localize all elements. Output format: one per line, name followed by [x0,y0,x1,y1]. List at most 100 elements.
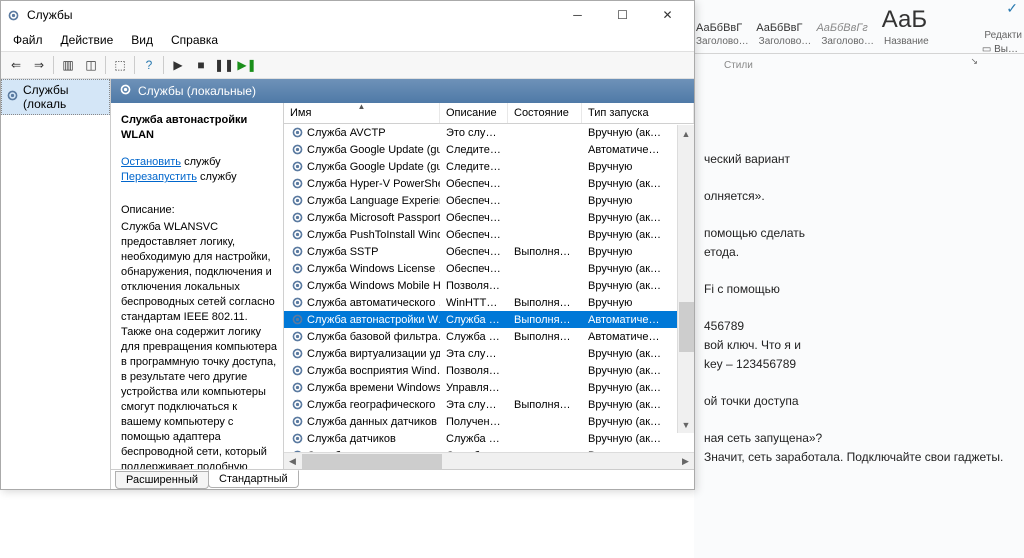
start-service-button[interactable]: ▶ [167,54,189,76]
service-icon [290,279,304,293]
tab-standard[interactable]: Стандартный [208,470,299,488]
pause-service-button[interactable]: ❚❚ [213,54,235,76]
export-button[interactable]: ⬚ [109,54,131,76]
service-icon [290,262,304,276]
service-row[interactable]: Служба времени WindowsУправляет…Вручную … [284,379,694,396]
service-row[interactable]: Служба автоматического …WinHTTP …Выполня… [284,294,694,311]
service-row[interactable]: Служба AVCTPЭто служб…Вручную (ак… [284,124,694,141]
back-button[interactable]: ⇐ [5,54,27,76]
service-icon [290,177,304,191]
services-app-icon [5,7,21,23]
gear-icon [119,83,132,99]
style-preview[interactable]: АаБбВвГ [756,22,802,34]
service-desc-cell: Обеспечи… [440,212,508,224]
styles-expand-icon[interactable]: ↘ [970,56,978,67]
column-description[interactable]: Описание [440,103,508,123]
service-row[interactable]: Служба Language Experien…Обеспечи…Вручну… [284,192,694,209]
menu-help[interactable]: Справка [163,31,226,49]
service-row[interactable]: Служба датчиковСлужба се…Вручную (ак… [284,430,694,447]
properties-button[interactable]: ◫ [80,54,102,76]
service-icon [290,296,304,310]
service-row[interactable]: Служба Google Update (gu…Следите за…Авто… [284,141,694,158]
service-row[interactable]: Служба Windows Mobile H…Позволяет…Вручну… [284,277,694,294]
service-name-cell: Служба виртуализации уд… [307,348,440,360]
restart-service-link[interactable]: Перезапустить [121,171,197,183]
show-hide-button[interactable]: ▥ [57,54,79,76]
service-icon [290,143,304,157]
service-row[interactable]: Служба данных датчиковПолучени…Вручную (… [284,413,694,430]
maximize-button[interactable]: ☐ [600,1,645,29]
horizontal-scrollbar[interactable]: ◀ ▶ [284,452,694,469]
service-icon [290,245,304,259]
service-row[interactable]: Служба PushToInstall Wind…Обеспечи…Вручн… [284,226,694,243]
style-preview[interactable]: АаБбВвГ [696,22,742,34]
document-paragraph: Fi с помощью [704,280,1024,299]
service-row[interactable]: Служба SSTPОбеспечи…ВыполняетсяВручную [284,243,694,260]
vertical-scrollbar[interactable]: ▲ ▼ [677,125,694,433]
menu-action[interactable]: Действие [53,31,122,49]
service-row[interactable]: Служба автонастройки W…Служба W…Выполняе… [284,311,694,328]
menu-view[interactable]: Вид [123,31,161,49]
service-desc-cell: Управляет… [440,382,508,394]
tab-extended[interactable]: Расширенный [115,471,209,489]
minimize-button[interactable]: ─ [555,1,600,29]
view-tabs: Расширенный Стандартный [111,469,694,489]
document-paragraph: ой точки доступа [704,392,1024,411]
service-desc-cell: Служба W… [440,314,508,326]
sort-asc-icon: ▲ [358,103,366,111]
service-name-cell: Служба Google Update (gu… [307,144,440,156]
restart-service-button[interactable]: ▶❚ [236,54,258,76]
service-row[interactable]: Служба географического …Эта служб…Выполн… [284,396,694,413]
service-desc-cell: Обеспечи… [440,263,508,275]
service-icon [290,160,304,174]
menu-file[interactable]: Файл [5,31,51,49]
column-name[interactable]: Имя▲ [284,103,440,123]
service-row[interactable]: Служба Hyper-V PowerShe…Обеспечи…Вручную… [284,175,694,192]
service-state-cell: Выполняется [508,297,582,309]
tree-item-services-local[interactable]: Службы (локаль [1,79,110,115]
help-button[interactable]: ? [138,54,160,76]
close-button[interactable]: ✕ [645,1,690,29]
selected-service-name: Служба автонастройки WLAN [121,113,277,143]
service-name-cell: Служба Hyper-V PowerShe… [307,178,440,190]
service-name-cell: Служба AVCTP [307,127,386,139]
services-list[interactable]: Служба AVCTPЭто служб…Вручную (ак…Служба… [284,124,694,452]
service-row[interactable]: Служба Windows License …Обеспечи…Вручную… [284,260,694,277]
service-desc-cell: Позволяет… [440,365,508,377]
forward-button[interactable]: ⇒ [28,54,50,76]
service-desc-cell: Получени… [440,416,508,428]
tree-item-label: Службы (локаль [23,83,105,111]
service-icon [290,381,304,395]
select-icon[interactable]: ▭ Вы… [982,44,1018,55]
service-icon [290,415,304,429]
service-name-cell: Служба времени Windows [307,382,440,394]
service-desc-cell: Служба ба… [440,331,508,343]
window-title: Службы [27,8,555,22]
service-row[interactable]: Служба Microsoft PassportОбеспечи…Вручну… [284,209,694,226]
service-row[interactable]: Служба базовой фильтра…Служба ба…Выполня… [284,328,694,345]
stop-service-button[interactable]: ■ [190,54,212,76]
document-paragraph: олняется». [704,187,1024,206]
scroll-left-icon: ◀ [284,453,301,470]
service-row[interactable]: Служба Google Update (gu…Следите за…Вруч… [284,158,694,175]
detail-pane: Служба автонастройки WLAN Остановить слу… [111,103,283,469]
service-name-cell: Служба SSTP [307,246,378,258]
stop-service-link[interactable]: Остановить [121,156,181,168]
style-preview[interactable]: АаБ [882,6,927,34]
style-preview[interactable]: АаБбВвГг [816,22,867,34]
service-icon [290,364,304,378]
scroll-down-icon: ▼ [678,416,694,433]
column-state[interactable]: Состояние [508,103,582,123]
spellcheck-icon[interactable]: ✓ [1006,0,1018,17]
service-description: Служба WLANSVC предоставляет логику, нео… [121,220,277,469]
titlebar[interactable]: Службы ─ ☐ ✕ [1,1,694,29]
service-row[interactable]: Служба восприятия Wind…Позволяет…Вручную… [284,362,694,379]
service-name-cell: Служба базовой фильтра… [307,331,440,343]
service-name-cell: Служба восприятия Wind… [307,365,440,377]
editing-group-label: Редакти [984,30,1022,41]
service-row[interactable]: Служба виртуализации уд…Эта служб…Вручну… [284,345,694,362]
service-desc-cell: Служба се… [440,433,508,445]
toolbar: ⇐ ⇒ ▥ ◫ ⬚ ? ▶ ■ ❚❚ ▶❚ [1,51,694,79]
column-startup-type[interactable]: Тип запуска [582,103,694,123]
service-name-cell: Служба автоматического … [307,297,440,309]
